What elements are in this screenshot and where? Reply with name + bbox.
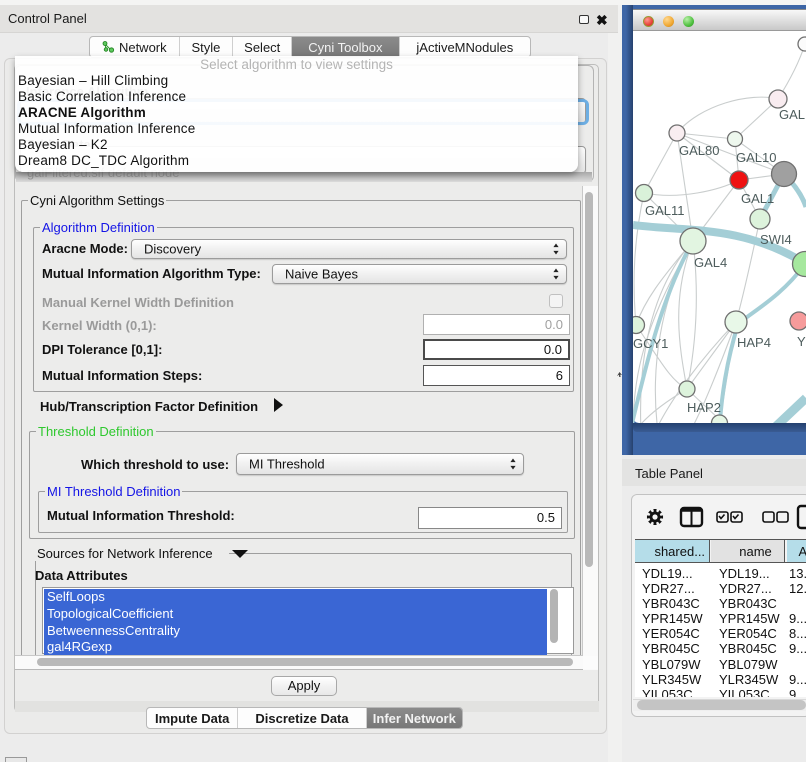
svg-text:GCY1: GCY1 (633, 336, 668, 351)
svg-text:Y: Y (797, 334, 806, 349)
svg-text:SWI4: SWI4 (760, 232, 792, 247)
svg-text:GAL: GAL (779, 107, 805, 122)
svg-text:GAL4: GAL4 (694, 255, 727, 270)
svg-text:HAP2: HAP2 (687, 400, 721, 415)
svg-text:HAP4: HAP4 (737, 335, 771, 350)
svg-text:GAL80: GAL80 (679, 143, 719, 158)
svg-text:GAL1: GAL1 (741, 191, 774, 206)
svg-text:GAL11: GAL11 (645, 203, 685, 218)
svg-text:GAL10: GAL10 (736, 150, 776, 165)
